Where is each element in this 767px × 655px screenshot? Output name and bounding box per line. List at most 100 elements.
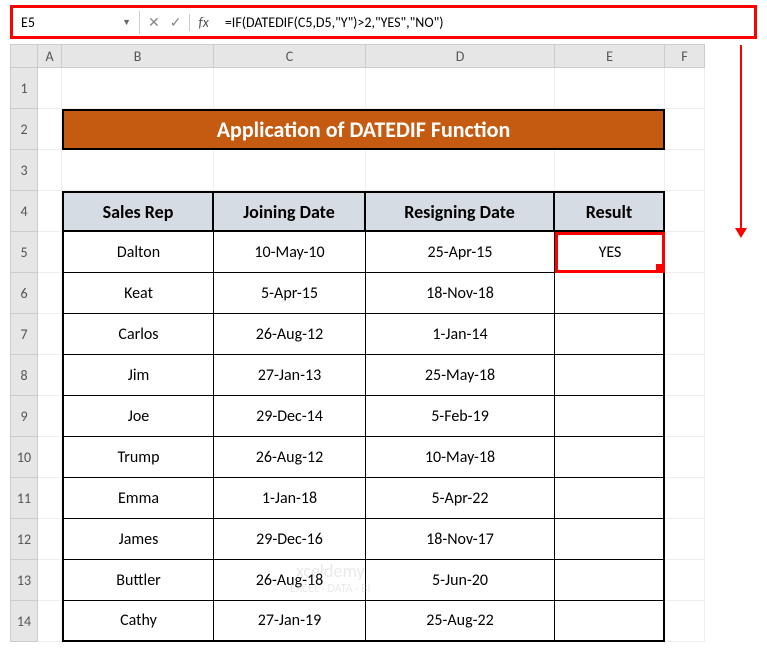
cell[interactable] (62, 150, 214, 191)
cell[interactable] (214, 150, 366, 191)
col-header[interactable]: A (38, 44, 62, 68)
cell-salesrep[interactable]: Keat (62, 273, 214, 314)
cell[interactable] (38, 396, 62, 437)
cell-result[interactable] (555, 478, 665, 519)
cell[interactable] (665, 191, 705, 232)
cell[interactable] (38, 68, 62, 109)
cell[interactable] (38, 560, 62, 601)
cell-salesrep[interactable]: Emma (62, 478, 214, 519)
cell-salesrep[interactable]: Dalton (62, 232, 214, 273)
cell[interactable] (38, 478, 62, 519)
col-header[interactable]: F (665, 44, 705, 68)
cell-result[interactable]: YES (555, 232, 665, 273)
chevron-down-icon[interactable]: ▼ (122, 17, 131, 28)
cell-result[interactable] (555, 519, 665, 560)
cell-resigning[interactable]: 1-Jan-14 (366, 314, 555, 355)
cell-resigning[interactable]: 25-Aug-22 (366, 601, 555, 642)
cell-joining[interactable]: 10-May-10 (214, 232, 366, 273)
col-header[interactable]: E (555, 44, 665, 68)
cell-joining[interactable]: 29-Dec-16 (214, 519, 366, 560)
cell-result[interactable] (555, 314, 665, 355)
cancel-icon[interactable]: ✕ (148, 14, 160, 31)
cell[interactable] (665, 478, 705, 519)
cell[interactable] (38, 232, 62, 273)
cell[interactable] (665, 273, 705, 314)
col-header[interactable]: C (214, 44, 366, 68)
cell-joining[interactable]: 1-Jan-18 (214, 478, 366, 519)
cell[interactable] (38, 519, 62, 560)
col-header[interactable]: D (366, 44, 555, 68)
cell[interactable] (665, 232, 705, 273)
cell-salesrep[interactable]: Trump (62, 437, 214, 478)
cell-joining[interactable]: 26-Aug-12 (214, 314, 366, 355)
row-header[interactable]: 14 (10, 601, 38, 642)
cell-resigning[interactable]: 10-May-18 (366, 437, 555, 478)
row-header[interactable]: 4 (10, 191, 38, 232)
formula-input[interactable]: =IF(DATEDIF(C5,D5,"Y")>2,"YES","NO") (217, 11, 754, 34)
row-header[interactable]: 5 (10, 232, 38, 273)
cell[interactable] (555, 150, 665, 191)
cell[interactable] (214, 68, 366, 109)
cell-joining[interactable]: 27-Jan-19 (214, 601, 366, 642)
cell[interactable] (38, 355, 62, 396)
cell[interactable] (38, 109, 62, 150)
row-header[interactable]: 9 (10, 396, 38, 437)
cell-salesrep[interactable]: Jim (62, 355, 214, 396)
row-header[interactable]: 6 (10, 273, 38, 314)
fx-icon[interactable]: fx (190, 14, 216, 31)
cell[interactable] (555, 68, 665, 109)
confirm-icon[interactable]: ✓ (170, 14, 182, 31)
cell-joining[interactable]: 27-Jan-13 (214, 355, 366, 396)
cell-resigning[interactable]: 5-Apr-22 (366, 478, 555, 519)
cell-resigning[interactable]: 5-Jun-20 (366, 560, 555, 601)
cell[interactable] (665, 109, 705, 150)
cell[interactable] (665, 601, 705, 642)
cell-resigning[interactable]: 18-Nov-17 (366, 519, 555, 560)
cell[interactable] (38, 437, 62, 478)
row-header[interactable]: 12 (10, 519, 38, 560)
cell-result[interactable] (555, 396, 665, 437)
row-header[interactable]: 7 (10, 314, 38, 355)
select-all-corner[interactable] (10, 44, 38, 68)
cell-joining[interactable]: 29-Dec-14 (214, 396, 366, 437)
row-header[interactable]: 8 (10, 355, 38, 396)
cell-salesrep[interactable]: Joe (62, 396, 214, 437)
cell[interactable] (665, 355, 705, 396)
cell-joining[interactable]: 5-Apr-15 (214, 273, 366, 314)
cell[interactable] (366, 150, 555, 191)
cell-result[interactable] (555, 437, 665, 478)
cell[interactable] (62, 68, 214, 109)
cell-salesrep[interactable]: James (62, 519, 214, 560)
cell-joining[interactable]: 26-Aug-18 (214, 560, 366, 601)
header-cell-joining[interactable]: Joining Date (214, 191, 366, 232)
col-header[interactable]: B (62, 44, 214, 68)
title-cell[interactable]: Application of DATEDIF Function (62, 109, 665, 150)
cell-resigning[interactable]: 25-Apr-15 (366, 232, 555, 273)
cell[interactable] (665, 396, 705, 437)
cell[interactable] (38, 191, 62, 232)
name-box[interactable]: E5 ▼ (13, 11, 140, 34)
header-cell-resigning[interactable]: Resigning Date (366, 191, 555, 232)
cell-salesrep[interactable]: Cathy (62, 601, 214, 642)
cell-salesrep[interactable]: Carlos (62, 314, 214, 355)
header-cell-salesrep[interactable]: Sales Rep (62, 191, 214, 232)
cell-result[interactable] (555, 560, 665, 601)
cell-resigning[interactable]: 18-Nov-18 (366, 273, 555, 314)
cell[interactable] (38, 273, 62, 314)
row-header[interactable]: 11 (10, 478, 38, 519)
cell[interactable] (665, 314, 705, 355)
cell[interactable] (38, 601, 62, 642)
cell[interactable] (665, 560, 705, 601)
header-cell-result[interactable]: Result (555, 191, 665, 232)
cell-joining[interactable]: 26-Aug-12 (214, 437, 366, 478)
cell[interactable] (665, 519, 705, 560)
cell[interactable] (665, 150, 705, 191)
cell-result[interactable] (555, 273, 665, 314)
row-header[interactable]: 1 (10, 68, 38, 109)
cell-salesrep[interactable]: Buttler (62, 560, 214, 601)
row-header[interactable]: 2 (10, 109, 38, 150)
cell-result[interactable] (555, 355, 665, 396)
cell[interactable] (38, 314, 62, 355)
row-header[interactable]: 3 (10, 150, 38, 191)
cell-resigning[interactable]: 25-May-18 (366, 355, 555, 396)
